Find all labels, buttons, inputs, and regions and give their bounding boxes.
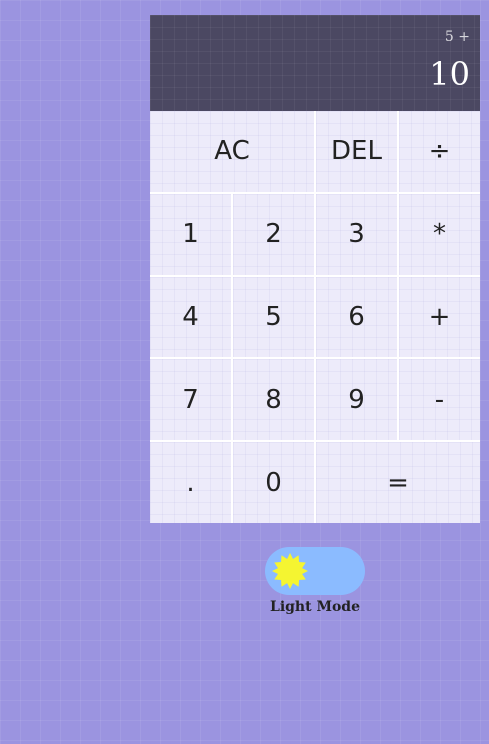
theme-toggle-group: Light Mode	[265, 547, 365, 617]
digit-2-button[interactable]: 2	[233, 193, 314, 275]
previous-operand: 5 +	[444, 29, 470, 45]
calculator: 5 + 10 AC DEL ÷ 1 2 3 * 4 5 6 + 7 8 9 - …	[150, 15, 480, 523]
digit-7-button[interactable]: 7	[150, 359, 231, 441]
digit-0-button[interactable]: 0	[233, 442, 314, 523]
minus-button[interactable]: -	[399, 359, 480, 441]
sun-icon	[272, 552, 309, 590]
digit-8-button[interactable]: 8	[233, 359, 314, 441]
digit-1-button[interactable]: 1	[150, 193, 231, 275]
calculator-display: 5 + 10	[150, 15, 480, 111]
keypad: AC DEL ÷ 1 2 3 * 4 5 6 + 7 8 9 - . 0 =	[150, 111, 480, 523]
theme-mode-label: Light Mode	[269, 599, 360, 615]
all-clear-button[interactable]: AC	[150, 111, 314, 192]
digit-5-button[interactable]: 5	[233, 276, 314, 358]
decimal-button[interactable]: .	[150, 442, 231, 523]
delete-button[interactable]: DEL	[316, 111, 397, 192]
current-operand: 10	[429, 55, 470, 93]
digit-4-button[interactable]: 4	[150, 276, 231, 358]
equals-button[interactable]: =	[316, 442, 480, 523]
multiply-button[interactable]: *	[399, 193, 480, 275]
divide-button[interactable]: ÷	[399, 111, 480, 192]
digit-3-button[interactable]: 3	[316, 193, 397, 275]
theme-toggle[interactable]	[265, 547, 365, 595]
digit-9-button[interactable]: 9	[316, 359, 397, 441]
digit-6-button[interactable]: 6	[316, 276, 397, 358]
plus-button[interactable]: +	[399, 276, 480, 358]
